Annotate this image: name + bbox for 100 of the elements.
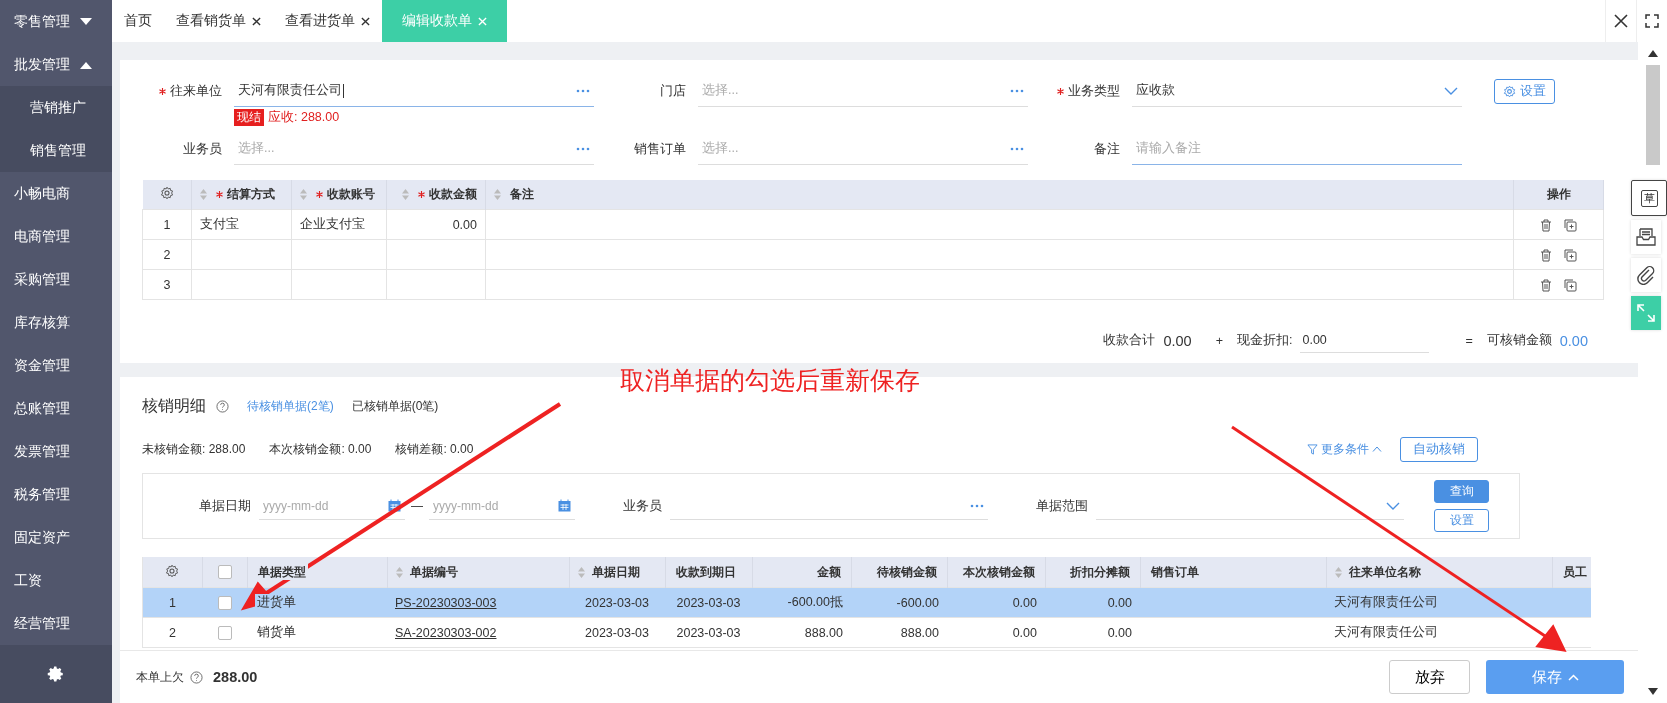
field-label: 销售订单 — [634, 140, 686, 158]
tab[interactable]: 查看销货单 — [164, 0, 273, 42]
row-checkbox[interactable] — [217, 595, 232, 610]
column-header: 员工 — [1560, 563, 1589, 580]
select-all-checkbox[interactable] — [217, 565, 232, 580]
table-cell: 进货单 — [255, 594, 298, 610]
owed-label: 本单上欠 — [136, 668, 184, 686]
tab[interactable]: 待核销单据(2笔) — [247, 397, 334, 415]
column-header: 待核销金额 — [874, 563, 939, 580]
table-cell: -600.00抵 — [752, 587, 851, 618]
table-cell: 0.00 — [947, 617, 1045, 648]
field-label: 单据日期 — [199, 497, 251, 515]
inbox-icon[interactable] — [1636, 228, 1656, 246]
calendar-icon[interactable] — [558, 499, 571, 512]
table-cell: 0.00 — [947, 587, 1045, 618]
field-label: 门店 — [660, 82, 686, 100]
table-cell: 支付宝 — [191, 209, 292, 240]
column-header: 结算方式 — [191, 180, 292, 210]
settings-icon[interactable] — [159, 186, 174, 200]
input-field[interactable]: 应收款 — [1132, 75, 1462, 107]
range-dash: — — [411, 499, 423, 513]
tab[interactable]: 已核销单据(0笔) — [351, 397, 439, 415]
copy-icon[interactable] — [1564, 218, 1577, 232]
row-number: 1 — [143, 587, 202, 618]
column-header: 收款到期日 — [673, 563, 738, 580]
more-icon[interactable] — [970, 503, 984, 508]
paperclip-icon[interactable] — [1637, 265, 1655, 285]
calendar-icon[interactable] — [388, 499, 401, 512]
total-label: 收款合计 — [1103, 332, 1156, 349]
chevron-up-icon[interactable] — [1567, 673, 1579, 681]
scrollbar-thumb[interactable] — [1645, 65, 1660, 165]
row-number: 3 — [142, 269, 192, 300]
discount-field[interactable]: 0.00 — [1300, 328, 1430, 353]
sidebar-item[interactable]: 库存核算 — [0, 301, 112, 344]
help-icon[interactable] — [216, 399, 229, 413]
sidebar-item[interactable]: 固定资产 — [0, 516, 112, 559]
column-header: 往来单位名称 — [1346, 563, 1423, 580]
close-icon[interactable] — [361, 16, 370, 26]
discard-button[interactable]: 放弃 — [1389, 660, 1470, 694]
sidebar-item[interactable]: 营销推广 — [0, 86, 112, 129]
sidebar-item[interactable]: 总账管理 — [0, 387, 112, 430]
help-icon[interactable] — [190, 670, 203, 684]
field-label: 业务类型 — [1068, 82, 1120, 100]
table-cell: 888.00 — [851, 617, 947, 648]
more-icon[interactable] — [576, 88, 590, 93]
owed-value: 288.00 — [213, 669, 258, 685]
sidebar-item[interactable]: 小畅电商 — [0, 172, 112, 215]
chevron-up-icon — [1372, 446, 1382, 452]
copy-icon[interactable] — [1564, 248, 1577, 262]
table-cell: 2023-03-03 — [665, 617, 752, 648]
expand-icon[interactable] — [1636, 303, 1656, 323]
close-icon[interactable] — [252, 16, 261, 26]
table-cell: 2023-03-03 — [569, 617, 665, 648]
sidebar-item[interactable]: 经营管理 — [0, 602, 112, 645]
field-label: 业务员 — [183, 140, 222, 158]
summary-text: 未核销金额: 288.00 — [142, 440, 246, 458]
more-icon[interactable] — [576, 146, 590, 151]
sidebar-item[interactable]: 销售管理 — [0, 129, 112, 172]
draft-icon[interactable]: 草 — [1640, 189, 1658, 207]
scroll-up-icon[interactable] — [1647, 50, 1658, 57]
row-checkbox[interactable] — [217, 625, 232, 640]
column-header: 单据编号 — [407, 563, 460, 580]
auto-writeoff-button[interactable]: 自动核销 — [1400, 436, 1478, 462]
column-header: 备注 — [485, 180, 1514, 210]
column-header: 本次核销金额 — [960, 563, 1037, 580]
chevron-down-icon[interactable] — [1444, 86, 1458, 95]
sidebar-item[interactable]: 税务管理 — [0, 473, 112, 516]
table-cell: 0.00 — [1045, 617, 1140, 648]
row-number: 2 — [142, 239, 192, 270]
sidebar-item[interactable]: 电商管理 — [0, 215, 112, 258]
sidebar-item[interactable]: 采购管理 — [0, 258, 112, 301]
chevron-down-icon[interactable] — [1386, 501, 1400, 510]
more-conditions-link[interactable]: 更多条件 — [1307, 440, 1382, 458]
sidebar-item[interactable]: 批发管理 — [0, 43, 112, 86]
delete-icon[interactable] — [1540, 278, 1552, 292]
sidebar-item[interactable]: 发票管理 — [0, 430, 112, 473]
table-cell: 2023-03-03 — [569, 587, 665, 618]
field-label: 单据范围 — [1036, 497, 1088, 515]
tab[interactable]: 首页 — [112, 0, 164, 42]
table-cell: 0.00 — [1045, 587, 1140, 618]
table-cell: 天河有限责任公司 — [1326, 587, 1552, 618]
scroll-down-icon[interactable] — [1647, 688, 1658, 695]
copy-icon[interactable] — [1564, 278, 1577, 292]
delete-icon[interactable] — [1540, 248, 1552, 262]
sidebar-item[interactable]: 工资 — [0, 559, 112, 602]
more-icon[interactable] — [1010, 146, 1024, 151]
column-header: 金额 — [814, 563, 843, 580]
sidebar-item[interactable]: 零售管理 — [0, 0, 112, 43]
document-link[interactable]: SA-20230303-002 — [395, 625, 497, 640]
available-label: 可核销金额 — [1486, 332, 1552, 349]
settings-icon[interactable] — [165, 563, 180, 578]
gear-icon — [1503, 84, 1516, 98]
more-icon[interactable] — [1010, 88, 1024, 93]
sidebar-item[interactable]: 资金管理 — [0, 344, 112, 387]
settings-icon[interactable] — [47, 665, 65, 683]
delete-icon[interactable] — [1540, 218, 1552, 232]
settings-button[interactable]: 设置 — [1434, 509, 1489, 532]
row-number: 2 — [143, 617, 202, 648]
input-field[interactable]: 天河有限责任公司 — [234, 75, 594, 107]
tab[interactable]: 查看进货单 — [273, 0, 382, 42]
